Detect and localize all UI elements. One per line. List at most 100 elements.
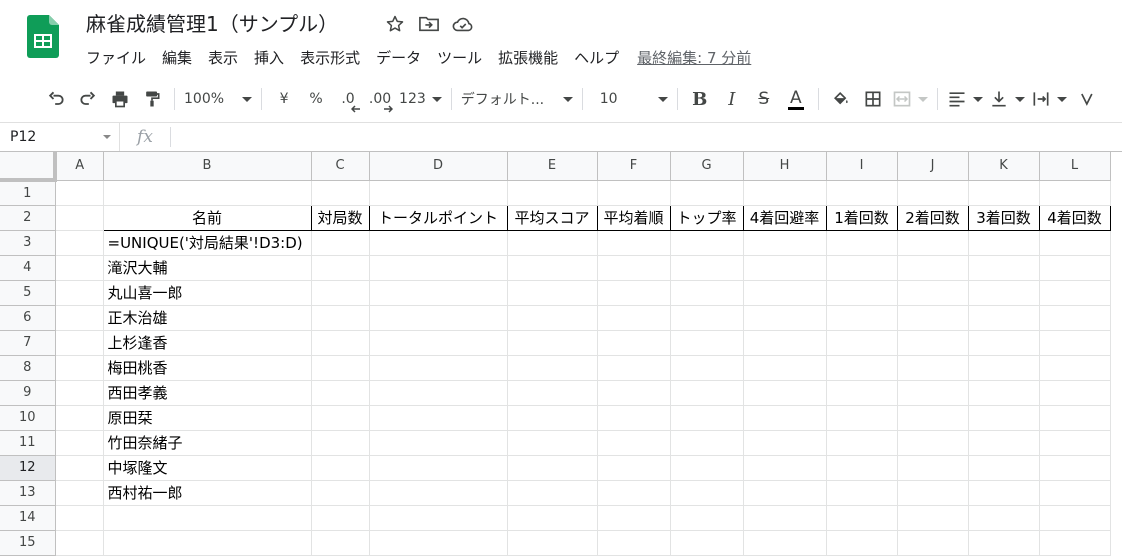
cell-l1[interactable] [1039, 180, 1111, 206]
cell-g1[interactable] [670, 180, 744, 206]
cell-a7[interactable] [55, 330, 104, 356]
paint-format-icon[interactable] [139, 85, 165, 113]
cell-c13[interactable] [311, 480, 370, 506]
cell-l6[interactable] [1039, 305, 1111, 331]
cell-d8[interactable] [369, 355, 508, 381]
cell-e6[interactable] [507, 305, 598, 331]
cell-k4[interactable] [968, 255, 1040, 281]
cell-e10[interactable] [507, 405, 598, 431]
cell-j14[interactable] [897, 505, 969, 531]
cell-a11[interactable] [55, 430, 104, 456]
cell-a12[interactable] [55, 455, 104, 481]
cell-h6[interactable] [743, 305, 827, 331]
cell-e7[interactable] [507, 330, 598, 356]
cell-c4[interactable] [311, 255, 370, 281]
cell-f1[interactable] [597, 180, 671, 206]
vertical-align-icon[interactable] [989, 85, 1025, 113]
cell-j6[interactable] [897, 305, 969, 331]
text-wrap-icon[interactable] [1031, 85, 1067, 113]
cell-e12[interactable] [507, 455, 598, 481]
cell-b4[interactable]: 滝沢大輔 [103, 255, 312, 281]
bold-button[interactable]: B [687, 85, 713, 113]
cell-h5[interactable] [743, 280, 827, 306]
select-all-corner[interactable] [0, 152, 57, 182]
cell-c10[interactable] [311, 405, 370, 431]
cell-h9[interactable] [743, 380, 827, 406]
cell-l8[interactable] [1039, 355, 1111, 381]
cell-a10[interactable] [55, 405, 104, 431]
cell-b15[interactable] [103, 530, 312, 556]
cell-g13[interactable] [670, 480, 744, 506]
column-header-a[interactable]: A [55, 152, 104, 181]
cell-l3[interactable] [1039, 230, 1111, 256]
cell-i4[interactable] [826, 255, 898, 281]
menu-data[interactable]: データ [368, 45, 429, 70]
google-sheets-logo[interactable] [27, 15, 59, 58]
cell-a5[interactable] [55, 280, 104, 306]
row-header[interactable]: 2 [0, 205, 56, 231]
row-header[interactable]: 13 [0, 480, 56, 506]
column-header-e[interactable]: E [507, 152, 598, 181]
cell-b12[interactable]: 中塚隆文 [103, 455, 312, 481]
column-header-f[interactable]: F [597, 152, 671, 181]
cell-d11[interactable] [369, 430, 508, 456]
cell-d12[interactable] [369, 455, 508, 481]
cell-c1[interactable] [311, 180, 370, 206]
cell-d5[interactable] [369, 280, 508, 306]
cell-i2[interactable]: 1着回数 [825, 204, 898, 231]
row-header[interactable]: 4 [0, 255, 56, 281]
cell-k13[interactable] [968, 480, 1040, 506]
cell-b8[interactable]: 梅田桃香 [103, 355, 312, 381]
cell-g6[interactable] [670, 305, 744, 331]
cell-b11[interactable]: 竹田奈緒子 [103, 430, 312, 456]
redo-icon[interactable] [75, 85, 101, 113]
cell-l12[interactable] [1039, 455, 1111, 481]
star-icon[interactable] [383, 12, 407, 36]
menu-tools[interactable]: ツール [429, 45, 490, 70]
menu-file[interactable]: ファイル [78, 45, 154, 70]
row-header[interactable]: 11 [0, 430, 56, 456]
cell-b3[interactable]: =UNIQUE('対局結果'!D3:D) [103, 230, 312, 256]
row-header[interactable]: 10 [0, 405, 56, 431]
cell-k9[interactable] [968, 380, 1040, 406]
cell-h15[interactable] [743, 530, 827, 556]
row-header[interactable]: 12 [0, 455, 56, 481]
cell-b10[interactable]: 原田栞 [103, 405, 312, 431]
row-header[interactable]: 6 [0, 305, 56, 331]
cell-k8[interactable] [968, 355, 1040, 381]
cell-i14[interactable] [826, 505, 898, 531]
cell-i5[interactable] [826, 280, 898, 306]
row-header[interactable]: 5 [0, 280, 56, 306]
cell-h14[interactable] [743, 505, 827, 531]
row-header[interactable]: 8 [0, 355, 56, 381]
cell-k10[interactable] [968, 405, 1040, 431]
cell-j1[interactable] [897, 180, 969, 206]
cell-j2[interactable]: 2着回数 [896, 204, 969, 231]
cell-a9[interactable] [55, 380, 104, 406]
cell-l5[interactable] [1039, 280, 1111, 306]
cell-e11[interactable] [507, 430, 598, 456]
cell-l14[interactable] [1039, 505, 1111, 531]
decrease-decimal-button[interactable]: .0 [335, 85, 361, 113]
cell-j8[interactable] [897, 355, 969, 381]
cell-a14[interactable] [55, 505, 104, 531]
cloud-saved-icon[interactable] [451, 12, 475, 36]
font-size-select[interactable]: 10 [592, 85, 668, 113]
cell-a8[interactable] [55, 355, 104, 381]
text-color-button[interactable]: A [783, 85, 809, 113]
column-header-g[interactable]: G [670, 152, 744, 181]
last-edit-link[interactable]: 最終編集: 7 分前 [637, 47, 751, 68]
cell-c7[interactable] [311, 330, 370, 356]
cell-i6[interactable] [826, 305, 898, 331]
horizontal-align-icon[interactable] [947, 85, 983, 113]
cell-f9[interactable] [597, 380, 671, 406]
merge-cells-icon[interactable] [892, 85, 928, 113]
cell-d2[interactable]: トータルポイント [368, 204, 508, 231]
formula-input[interactable] [171, 123, 1122, 151]
cell-e14[interactable] [507, 505, 598, 531]
row-header[interactable]: 15 [0, 530, 56, 556]
menu-format[interactable]: 表示形式 [292, 45, 368, 70]
cell-h2[interactable]: 4着回避率 [742, 204, 827, 231]
cell-c5[interactable] [311, 280, 370, 306]
increase-decimal-button[interactable]: .00 [367, 85, 394, 113]
